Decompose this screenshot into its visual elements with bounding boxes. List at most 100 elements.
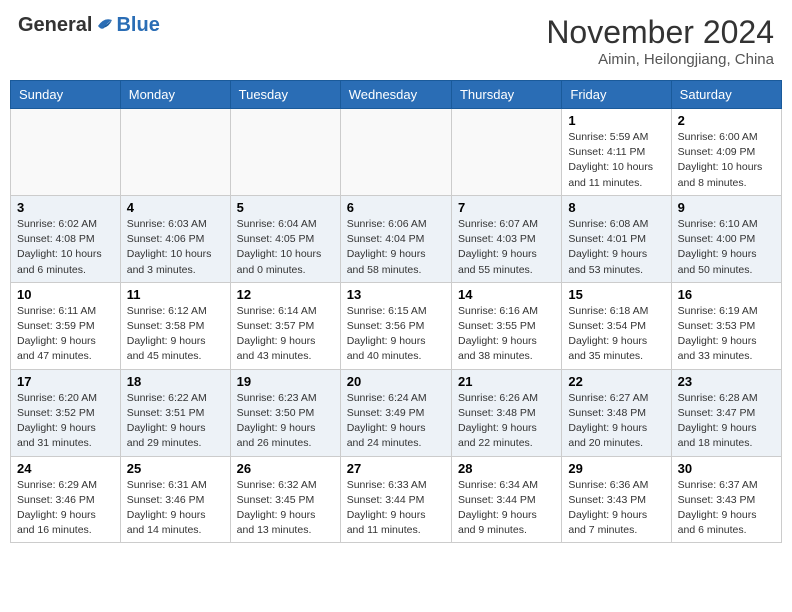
day-number: 20 <box>347 374 445 389</box>
calendar-day-cell <box>11 109 121 196</box>
calendar-day-cell: 15Sunrise: 6:18 AM Sunset: 3:54 PM Dayli… <box>562 282 671 369</box>
day-number: 11 <box>127 287 224 302</box>
calendar-day-cell: 6 Sunrise: 6:06 AM Sunset: 4:04 PM Daylig… <box>340 195 451 282</box>
calendar-day-cell: 23 Sunrise: 6:28 AM Sunset: 3:47 PM Dayli… <box>671 369 781 456</box>
day-info: Sunrise: 6:02 AM Sunset: 4:08 PM Dayligh… <box>17 217 114 278</box>
day-number: 10 <box>17 287 114 302</box>
calendar-day-cell: 13Sunrise: 6:15 AM Sunset: 3:56 PM Dayli… <box>340 282 451 369</box>
calendar-week-row: 17Sunrise: 6:20 AM Sunset: 3:52 PM Dayli… <box>11 369 782 456</box>
calendar-day-cell: 25 Sunrise: 6:31 AM Sunset: 3:46 PM Dayli… <box>120 456 230 543</box>
calendar-day-cell: 14Sunrise: 6:16 AM Sunset: 3:55 PM Dayli… <box>451 282 561 369</box>
calendar-day-cell: 24 Sunrise: 6:29 AM Sunset: 3:46 PM Dayli… <box>11 456 121 543</box>
calendar-day-cell: 8 Sunrise: 6:08 AM Sunset: 4:01 PM Daylig… <box>562 195 671 282</box>
day-info: Sunrise: 6:15 AM Sunset: 3:56 PM Dayligh… <box>347 304 445 365</box>
calendar-week-row: 24 Sunrise: 6:29 AM Sunset: 3:46 PM Dayli… <box>11 456 782 543</box>
day-number: 4 <box>127 200 224 215</box>
weekday-header-friday: Friday <box>562 81 671 109</box>
calendar-day-cell: 2Sunrise: 6:00 AM Sunset: 4:09 PM Daylig… <box>671 109 781 196</box>
day-number: 14 <box>458 287 555 302</box>
calendar-day-cell: 21 Sunrise: 6:26 AM Sunset: 3:48 PM Dayli… <box>451 369 561 456</box>
day-number: 7 <box>458 200 555 215</box>
day-number: 8 <box>568 200 664 215</box>
day-number: 3 <box>17 200 114 215</box>
calendar-day-cell: 5Sunrise: 6:04 AM Sunset: 4:05 PM Daylig… <box>230 195 340 282</box>
calendar-day-cell: 10Sunrise: 6:11 AM Sunset: 3:59 PM Dayli… <box>11 282 121 369</box>
day-info: Sunrise: 6:23 AM Sunset: 3:50 PM Dayligh… <box>237 391 334 452</box>
day-number: 5 <box>237 200 334 215</box>
calendar-day-cell: 29 Sunrise: 6:36 AM Sunset: 3:43 PM Dayli… <box>562 456 671 543</box>
calendar-day-cell <box>340 109 451 196</box>
day-number: 27 <box>347 461 445 476</box>
calendar-day-cell <box>230 109 340 196</box>
calendar-day-cell: 9 Sunrise: 6:10 AM Sunset: 4:00 PM Daylig… <box>671 195 781 282</box>
logo: General Blue <box>18 14 160 37</box>
day-number: 30 <box>678 461 775 476</box>
location-subtitle: Aimin, Heilongjiang, China <box>546 51 774 68</box>
month-title: November 2024 <box>546 14 774 51</box>
day-info: Sunrise: 6:03 AM Sunset: 4:06 PM Dayligh… <box>127 217 224 278</box>
day-info: Sunrise: 6:24 AM Sunset: 3:49 PM Dayligh… <box>347 391 445 452</box>
calendar-week-row: 3 Sunrise: 6:02 AM Sunset: 4:08 PM Daylig… <box>11 195 782 282</box>
day-info: Sunrise: 6:29 AM Sunset: 3:46 PM Dayligh… <box>17 478 114 539</box>
day-number: 12 <box>237 287 334 302</box>
logo-blue: Blue <box>116 14 159 37</box>
day-info: Sunrise: 6:14 AM Sunset: 3:57 PM Dayligh… <box>237 304 334 365</box>
day-info: Sunrise: 6:34 AM Sunset: 3:44 PM Dayligh… <box>458 478 555 539</box>
day-info: Sunrise: 6:36 AM Sunset: 3:43 PM Dayligh… <box>568 478 664 539</box>
day-info: Sunrise: 6:32 AM Sunset: 3:45 PM Dayligh… <box>237 478 334 539</box>
day-info: Sunrise: 6:06 AM Sunset: 4:04 PM Dayligh… <box>347 217 445 278</box>
day-info: Sunrise: 6:28 AM Sunset: 3:47 PM Dayligh… <box>678 391 775 452</box>
day-number: 15 <box>568 287 664 302</box>
calendar-week-row: 1Sunrise: 5:59 AM Sunset: 4:11 PM Daylig… <box>11 109 782 196</box>
day-info: Sunrise: 6:12 AM Sunset: 3:58 PM Dayligh… <box>127 304 224 365</box>
day-number: 18 <box>127 374 224 389</box>
calendar-day-cell: 3 Sunrise: 6:02 AM Sunset: 4:08 PM Daylig… <box>11 195 121 282</box>
day-number: 24 <box>17 461 114 476</box>
day-number: 23 <box>678 374 775 389</box>
day-number: 21 <box>458 374 555 389</box>
weekday-header-tuesday: Tuesday <box>230 81 340 109</box>
logo-bird-icon <box>93 17 115 35</box>
calendar-day-cell: 27Sunrise: 6:33 AM Sunset: 3:44 PM Dayli… <box>340 456 451 543</box>
day-number: 26 <box>237 461 334 476</box>
calendar-table: SundayMondayTuesdayWednesdayThursdayFrid… <box>10 80 782 543</box>
weekday-header-sunday: Sunday <box>11 81 121 109</box>
day-number: 9 <box>678 200 775 215</box>
calendar-day-cell: 22 Sunrise: 6:27 AM Sunset: 3:48 PM Dayli… <box>562 369 671 456</box>
day-number: 29 <box>568 461 664 476</box>
day-info: Sunrise: 6:19 AM Sunset: 3:53 PM Dayligh… <box>678 304 775 365</box>
day-number: 28 <box>458 461 555 476</box>
calendar-day-cell: 18 Sunrise: 6:22 AM Sunset: 3:51 PM Dayli… <box>120 369 230 456</box>
calendar-week-row: 10Sunrise: 6:11 AM Sunset: 3:59 PM Dayli… <box>11 282 782 369</box>
weekday-header-saturday: Saturday <box>671 81 781 109</box>
calendar-day-cell <box>120 109 230 196</box>
calendar-day-cell: 30 Sunrise: 6:37 AM Sunset: 3:43 PM Dayli… <box>671 456 781 543</box>
calendar-day-cell: 26 Sunrise: 6:32 AM Sunset: 3:45 PM Dayli… <box>230 456 340 543</box>
day-number: 6 <box>347 200 445 215</box>
day-info: Sunrise: 6:20 AM Sunset: 3:52 PM Dayligh… <box>17 391 114 452</box>
day-info: Sunrise: 6:31 AM Sunset: 3:46 PM Dayligh… <box>127 478 224 539</box>
calendar-day-cell: 17Sunrise: 6:20 AM Sunset: 3:52 PM Dayli… <box>11 369 121 456</box>
day-info: Sunrise: 6:37 AM Sunset: 3:43 PM Dayligh… <box>678 478 775 539</box>
day-number: 22 <box>568 374 664 389</box>
day-info: Sunrise: 6:22 AM Sunset: 3:51 PM Dayligh… <box>127 391 224 452</box>
day-info: Sunrise: 6:10 AM Sunset: 4:00 PM Dayligh… <box>678 217 775 278</box>
day-info: Sunrise: 6:26 AM Sunset: 3:48 PM Dayligh… <box>458 391 555 452</box>
weekday-header-thursday: Thursday <box>451 81 561 109</box>
title-area: November 2024 Aimin, Heilongjiang, China <box>546 14 774 68</box>
calendar-day-cell: 11 Sunrise: 6:12 AM Sunset: 3:58 PM Dayli… <box>120 282 230 369</box>
calendar-day-cell: 28 Sunrise: 6:34 AM Sunset: 3:44 PM Dayli… <box>451 456 561 543</box>
day-number: 16 <box>678 287 775 302</box>
calendar-day-cell: 7Sunrise: 6:07 AM Sunset: 4:03 PM Daylig… <box>451 195 561 282</box>
calendar-day-cell: 1Sunrise: 5:59 AM Sunset: 4:11 PM Daylig… <box>562 109 671 196</box>
weekday-header-wednesday: Wednesday <box>340 81 451 109</box>
logo-general: General <box>18 14 92 37</box>
day-info: Sunrise: 6:27 AM Sunset: 3:48 PM Dayligh… <box>568 391 664 452</box>
day-info: Sunrise: 5:59 AM Sunset: 4:11 PM Dayligh… <box>568 130 664 191</box>
day-number: 25 <box>127 461 224 476</box>
header: General Blue November 2024 Aimin, Heilon… <box>10 10 782 72</box>
calendar-day-cell: 4 Sunrise: 6:03 AM Sunset: 4:06 PM Daylig… <box>120 195 230 282</box>
day-info: Sunrise: 6:08 AM Sunset: 4:01 PM Dayligh… <box>568 217 664 278</box>
calendar-day-cell <box>451 109 561 196</box>
calendar-day-cell: 12 Sunrise: 6:14 AM Sunset: 3:57 PM Dayli… <box>230 282 340 369</box>
